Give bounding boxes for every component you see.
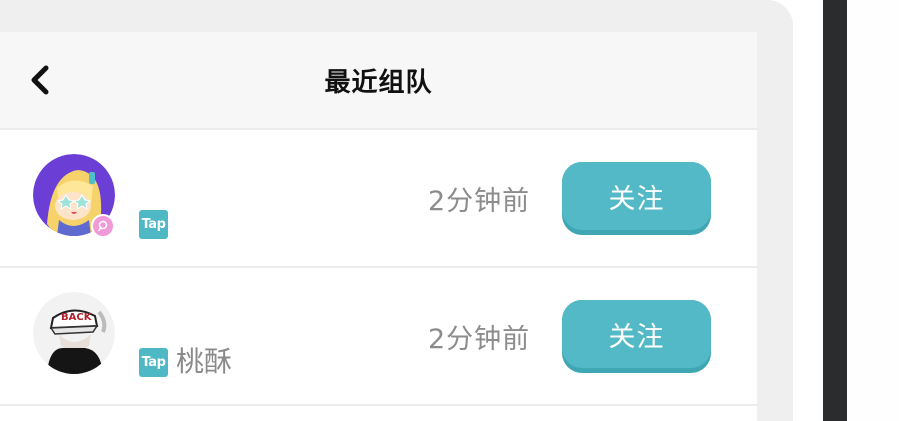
tap-badge: Tap <box>139 348 168 377</box>
page-title: 最近组队 <box>324 67 433 98</box>
recent-team-panel: 最近组队 Tap 2分钟前 关注 BACK Tap 桃酥 2分钟前 关注 <box>0 32 757 421</box>
tap-badge: Tap <box>139 210 168 239</box>
timestamp: 2分钟前 <box>428 324 531 355</box>
follow-button-label: 关注 <box>562 300 711 368</box>
user-name: 桃酥 <box>176 345 233 378</box>
device-frame-top <box>0 0 793 32</box>
header-bar: 最近组队 <box>0 32 757 130</box>
search-bubble-icon <box>98 220 108 232</box>
online-badge <box>91 214 115 238</box>
device-frame-right <box>757 0 793 421</box>
avatar[interactable]: BACK <box>33 292 115 374</box>
chevron-left-icon <box>31 65 49 95</box>
hooded-avatar-icon: BACK <box>33 292 115 374</box>
timestamp: 2分钟前 <box>428 186 531 217</box>
follow-button[interactable]: 关注 <box>562 300 711 373</box>
follow-button[interactable]: 关注 <box>562 162 711 235</box>
list-item[interactable]: BACK Tap 桃酥 2分钟前 关注 <box>0 268 757 406</box>
back-button[interactable] <box>22 62 58 98</box>
list-item[interactable]: Tap 2分钟前 关注 <box>0 130 757 268</box>
side-panel-light <box>847 0 899 421</box>
svg-text:BACK: BACK <box>61 312 93 323</box>
follow-button-label: 关注 <box>562 162 711 230</box>
